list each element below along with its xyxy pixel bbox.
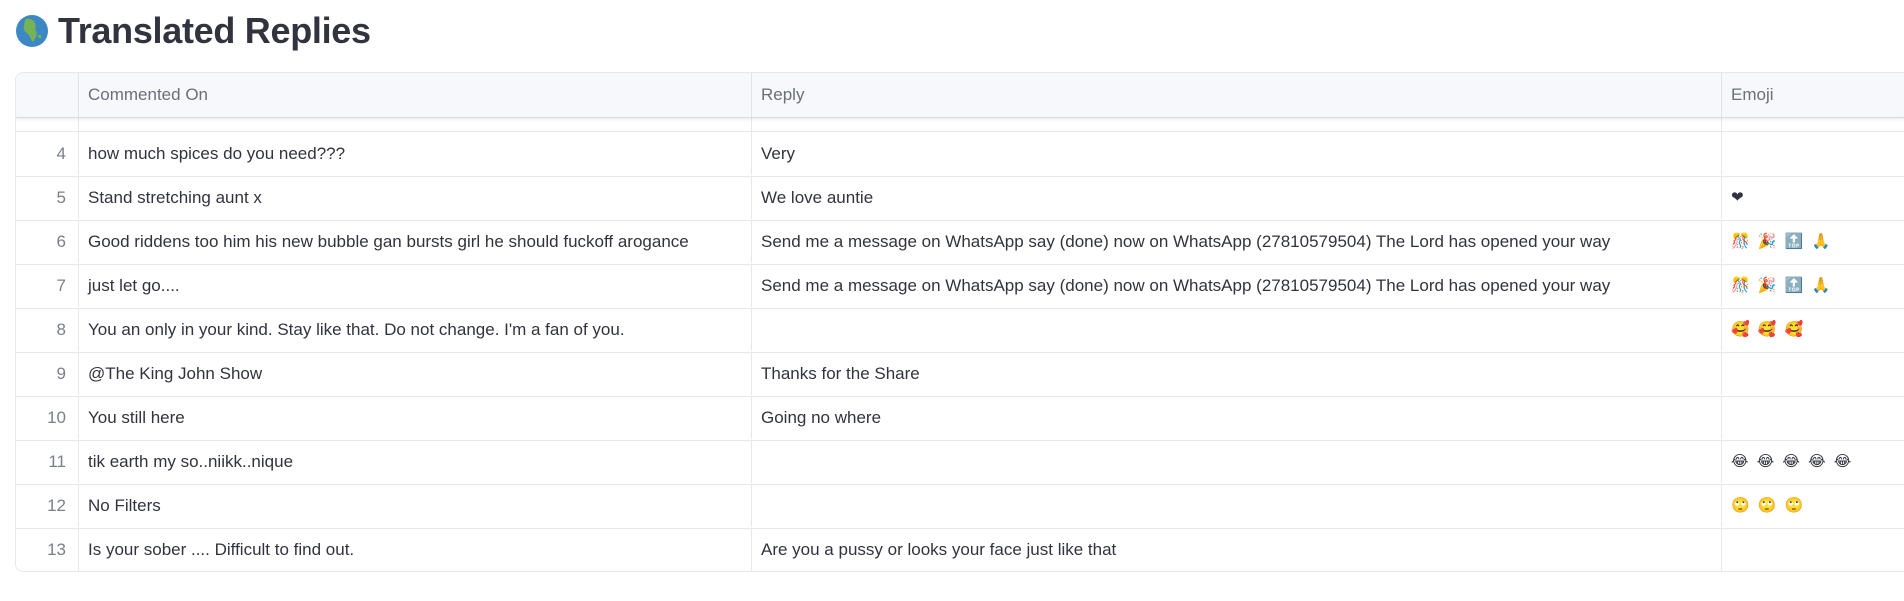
column-header-reply[interactable]: Reply — [752, 73, 1722, 117]
column-header-emoji[interactable]: Emoji — [1722, 73, 1904, 117]
globe-africa-icon — [14, 13, 50, 49]
cell-reply[interactable]: Are you a pussy or looks your face just … — [752, 528, 1722, 571]
cell-reply[interactable]: Send me a message on WhatsApp say (done)… — [752, 264, 1722, 307]
cell-emoji[interactable]: 😂 😂 😂 😂 😂 — [1722, 440, 1904, 483]
row-index: 5 — [16, 176, 79, 219]
table-row[interactable]: 5 Stand stretching aunt x We love auntie… — [16, 176, 1904, 221]
cell-commented-on[interactable]: @The King John Show — [79, 352, 752, 395]
table-row-partial — [16, 117, 1904, 132]
table-row[interactable]: 4 how much spices do you need??? Very — [16, 132, 1904, 177]
page-title-text: Translated Replies — [58, 10, 371, 51]
table-row[interactable]: 11 tik earth my so..niikk..nique 😂 😂 😂 😂… — [16, 440, 1904, 485]
cell-commented-on[interactable]: Good riddens too him his new bubble gan … — [79, 220, 752, 263]
table-row[interactable]: 13 Is your sober .... Difficult to find … — [16, 528, 1904, 571]
cell-commented-on[interactable]: You still here — [79, 396, 752, 439]
row-index: 8 — [16, 308, 79, 351]
row-index: 9 — [16, 352, 79, 395]
cell-reply[interactable] — [752, 440, 1722, 483]
table-row[interactable]: 6 Good riddens too him his new bubble ga… — [16, 220, 1904, 265]
table-cell — [1722, 117, 1904, 131]
cell-emoji[interactable]: 🥰 🥰 🥰 — [1722, 308, 1904, 351]
cell-commented-on[interactable]: You an only in your kind. Stay like that… — [79, 308, 752, 351]
cell-reply[interactable]: We love auntie — [752, 176, 1722, 219]
table-row[interactable]: 10 You still here Going no where — [16, 396, 1904, 441]
table-row[interactable]: 9 @The King John Show Thanks for the Sha… — [16, 352, 1904, 397]
data-table[interactable]: Commented On Reply Emoji 4 how much spic… — [15, 72, 1904, 572]
cell-commented-on[interactable]: tik earth my so..niikk..nique — [79, 440, 752, 483]
table-cell — [16, 117, 79, 131]
cell-commented-on[interactable]: how much spices do you need??? — [79, 132, 752, 175]
cell-emoji[interactable] — [1722, 528, 1904, 571]
cell-emoji[interactable] — [1722, 132, 1904, 175]
page: Translated Replies Commented On Reply Em… — [0, 0, 1904, 601]
cell-emoji[interactable]: ❤ — [1722, 176, 1904, 219]
cell-reply[interactable]: Going no where — [752, 396, 1722, 439]
cell-commented-on[interactable]: No Filters — [79, 484, 752, 527]
row-index: 7 — [16, 264, 79, 307]
cell-emoji[interactable]: 🎊 🎉 🔝 🙏 — [1722, 264, 1904, 307]
cell-reply[interactable]: Thanks for the Share — [752, 352, 1722, 395]
cell-commented-on[interactable]: Stand stretching aunt x — [79, 176, 752, 219]
cell-reply[interactable] — [752, 484, 1722, 527]
table-row[interactable]: 12 No Filters 🙄 🙄 🙄 — [16, 484, 1904, 529]
cell-commented-on[interactable]: Is your sober .... Difficult to find out… — [79, 528, 752, 571]
cell-commented-on[interactable]: just let go.... — [79, 264, 752, 307]
row-index: 4 — [16, 132, 79, 175]
cell-emoji[interactable] — [1722, 352, 1904, 395]
row-index: 12 — [16, 484, 79, 527]
row-index: 10 — [16, 396, 79, 439]
row-index: 11 — [16, 440, 79, 483]
table-row[interactable]: 8 You an only in your kind. Stay like th… — [16, 308, 1904, 353]
row-index: 13 — [16, 528, 79, 571]
column-header-index[interactable] — [16, 73, 79, 117]
table-row[interactable]: 7 just let go.... Send me a message on W… — [16, 264, 1904, 309]
cell-emoji[interactable]: 🎊 🎉 🔝 🙏 — [1722, 220, 1904, 263]
page-title: Translated Replies — [14, 8, 371, 54]
table-cell — [752, 117, 1722, 131]
column-header-commented-on[interactable]: Commented On — [79, 73, 752, 117]
cell-reply[interactable] — [752, 308, 1722, 351]
cell-reply[interactable]: Send me a message on WhatsApp say (done)… — [752, 220, 1722, 263]
cell-emoji[interactable]: 🙄 🙄 🙄 — [1722, 484, 1904, 527]
cell-reply[interactable]: Very — [752, 132, 1722, 175]
table-cell — [79, 117, 752, 131]
table-header: Commented On Reply Emoji — [16, 73, 1904, 118]
row-index: 6 — [16, 220, 79, 263]
cell-emoji[interactable] — [1722, 396, 1904, 439]
